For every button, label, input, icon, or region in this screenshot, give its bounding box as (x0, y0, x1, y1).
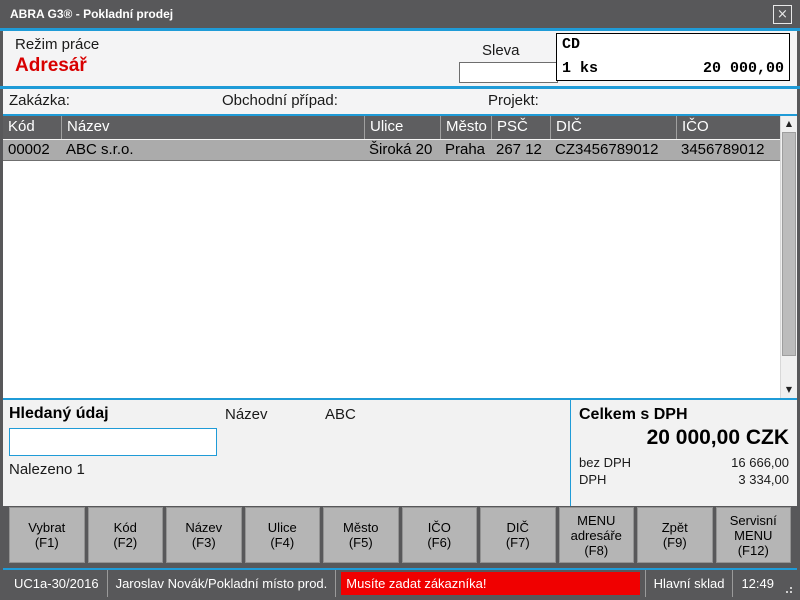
back-button[interactable]: Zpět(F9) (637, 507, 713, 563)
item-name: CD (557, 34, 789, 53)
without-vat-value: 16 666,00 (731, 455, 789, 470)
address-table: Kód Název Ulice Město PSČ DIČ IČO 00002 … (3, 116, 797, 398)
status-divider (732, 570, 733, 597)
column-header[interactable]: Město (440, 116, 491, 139)
cell-city: Praha (440, 140, 491, 160)
company-id-button[interactable]: IČO(F6) (402, 507, 478, 563)
search-label: Hledaný údaj (9, 405, 109, 423)
work-mode-label: Režim práce (15, 36, 99, 53)
clock: 12:49 (734, 576, 781, 591)
vat-value: 3 334,00 (738, 472, 789, 487)
order-label: Zakázka: (9, 92, 70, 109)
user-and-station: Jaroslav Novák/Pokladní místo prod. (109, 576, 335, 591)
city-button[interactable]: Město(F5) (323, 507, 399, 563)
item-price: 20 000,00 (703, 60, 784, 77)
total-with-vat-label: Celkem s DPH (579, 406, 789, 424)
status-divider (107, 570, 108, 597)
status-divider (335, 570, 336, 597)
name-button[interactable]: Název(F3) (166, 507, 242, 563)
column-header[interactable]: DIČ (550, 116, 676, 139)
close-icon[interactable]: × (773, 5, 792, 24)
item-quantity: 1 ks (562, 60, 598, 77)
search-input[interactable] (9, 428, 217, 456)
cell-street: Široká 20 (364, 140, 440, 160)
scroll-down-icon[interactable]: ▼ (781, 382, 797, 398)
resize-grip-icon[interactable] (781, 570, 795, 597)
function-button-row: Vybrat(F1) Kód(F2) Název(F3) Ulice(F4) M… (3, 506, 797, 568)
cell-company-id: 3456789012 (676, 140, 780, 160)
without-vat-label: bez DPH (579, 455, 631, 470)
column-header[interactable]: Kód (3, 116, 61, 139)
status-bar: UC1a-30/2016 Jaroslav Novák/Pokladní mís… (3, 570, 797, 597)
search-result-count: Nalezeno 1 (9, 461, 85, 478)
search-field-label: Název (225, 406, 268, 423)
cell-code: 00002 (3, 140, 61, 160)
scroll-up-icon[interactable]: ▲ (781, 116, 797, 132)
column-header[interactable]: Název (61, 116, 364, 139)
status-divider (645, 570, 646, 597)
discount-label: Sleva (482, 42, 520, 59)
vertical-scrollbar[interactable]: ▲ ▼ (780, 116, 797, 398)
warehouse-name: Hlavní sklad (647, 576, 732, 591)
window-title: ABRA G3® - Pokladní prodej (10, 7, 773, 21)
cell-zip: 267 12 (491, 140, 550, 160)
select-button[interactable]: Vybrat(F1) (9, 507, 85, 563)
column-header[interactable]: PSČ (491, 116, 550, 139)
app-window: ABRA G3® - Pokladní prodej × Režim práce… (0, 0, 800, 600)
street-button[interactable]: Ulice(F4) (245, 507, 321, 563)
column-header[interactable]: IČO (676, 116, 780, 139)
scrollbar-track[interactable] (781, 132, 797, 382)
scrollbar-thumb[interactable] (782, 132, 796, 356)
code-button[interactable]: Kód(F2) (88, 507, 164, 563)
service-menu-button[interactable]: Servisní MENU(F12) (716, 507, 792, 563)
table-header: Kód Název Ulice Město PSČ DIČ IČO (3, 116, 780, 139)
totals-panel: Celkem s DPH 20 000,00 CZK bez DPH 16 66… (570, 400, 797, 506)
header-section: Režim práce Adresář Sleva CD 1 ks 20 000… (3, 31, 797, 86)
search-field-value: ABC (325, 406, 356, 423)
project-label: Projekt: (488, 92, 539, 109)
vat-label: DPH (579, 472, 606, 487)
search-and-totals-section: Hledaný údaj Název ABC Nalezeno 1 Celkem… (3, 400, 797, 506)
business-case-label: Obchodní případ: (222, 92, 338, 109)
total-amount: 20 000,00 CZK (579, 426, 789, 450)
context-row: Zakázka: Obchodní případ: Projekt: (3, 89, 797, 114)
table-row[interactable]: 00002 ABC s.r.o. Široká 20 Praha 267 12 … (3, 139, 780, 161)
cell-vat-id: CZ3456789012 (550, 140, 676, 160)
titlebar: ABRA G3® - Pokladní prodej × (0, 0, 800, 28)
current-item-panel: CD 1 ks 20 000,00 (556, 33, 790, 81)
cell-name: ABC s.r.o. (61, 140, 364, 160)
work-mode-value: Adresář (15, 55, 87, 77)
address-menu-button[interactable]: MENU adresáře(F8) (559, 507, 635, 563)
document-number: UC1a-30/2016 (7, 576, 106, 591)
column-header[interactable]: Ulice (364, 116, 440, 139)
vat-id-button[interactable]: DIČ(F7) (480, 507, 556, 563)
discount-input[interactable] (459, 62, 558, 83)
error-message: Musíte zadat zákazníka! (341, 572, 639, 595)
